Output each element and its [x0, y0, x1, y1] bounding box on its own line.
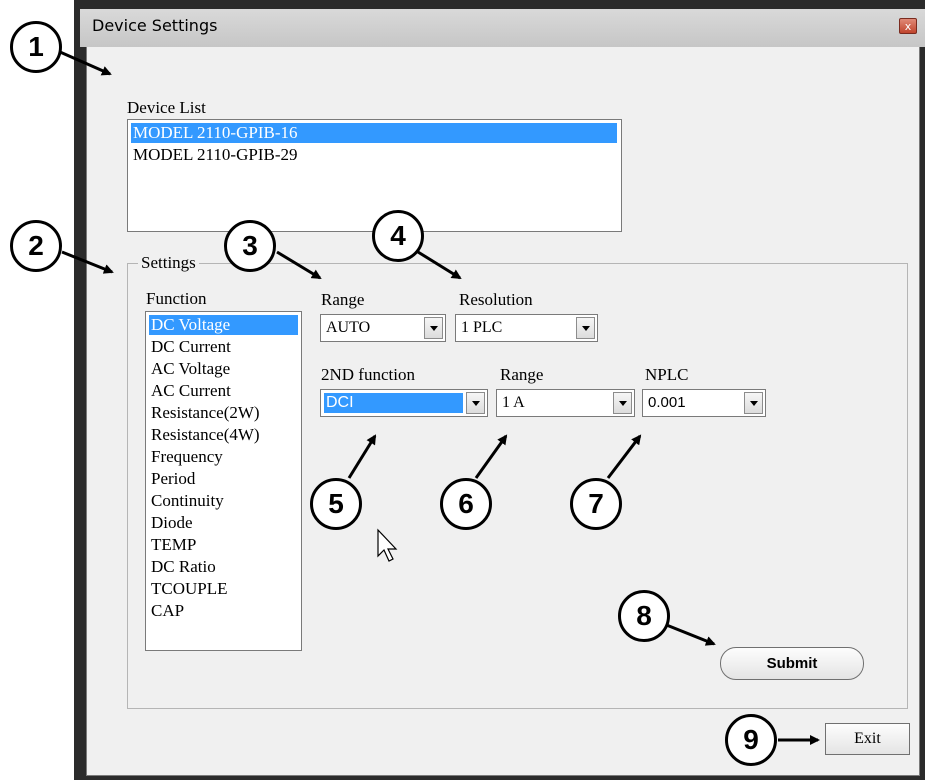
callout-3: 3 — [224, 220, 276, 272]
callout-6: 6 — [440, 478, 492, 530]
callout-5: 5 — [310, 478, 362, 530]
callout-8: 8 — [618, 590, 670, 642]
callout-9: 9 — [725, 714, 777, 766]
callout-1: 1 — [10, 21, 62, 73]
callout-4: 4 — [372, 210, 424, 262]
mouse-cursor-icon — [377, 528, 398, 562]
callout-2: 2 — [10, 220, 62, 272]
callout-7: 7 — [570, 478, 622, 530]
annotation-arrows — [59, 50, 820, 745]
